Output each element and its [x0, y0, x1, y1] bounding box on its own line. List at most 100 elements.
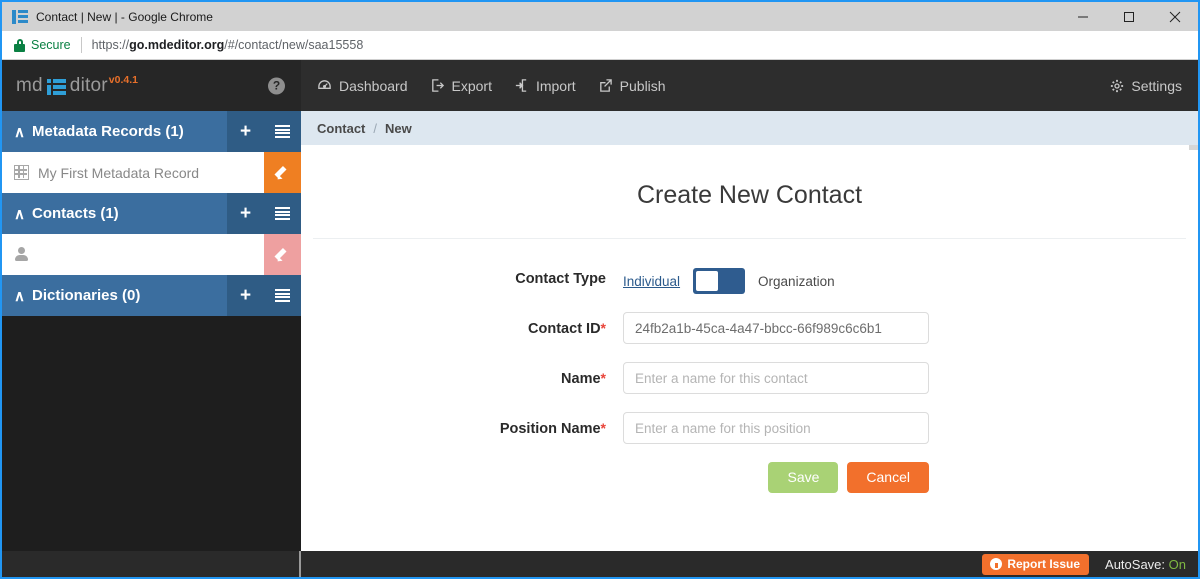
autosave-state: On [1168, 556, 1186, 572]
nav-item-label: Settings [1131, 77, 1182, 94]
breadcrumb: Contact / New [301, 111, 1198, 145]
add-metadata-record-button[interactable]: + [227, 111, 264, 152]
list-item-main[interactable] [2, 247, 264, 262]
list-item-label: My First Metadata Record [38, 164, 200, 181]
gear-icon [1110, 79, 1124, 93]
edit-metadata-record-button[interactable] [264, 152, 301, 193]
breadcrumb-current: New [385, 120, 412, 136]
nav-item-label: Export [451, 77, 492, 94]
status-bar: Report Issue AutoSave: On [2, 551, 1198, 577]
titlebar: Contact | New | - Google Chrome [2, 2, 1198, 31]
app-logo[interactable]: md ditor v0.4.1 [16, 74, 138, 98]
lock-icon [14, 38, 25, 52]
favicon-icon [12, 9, 28, 25]
logo-text-ditor: ditor [69, 74, 108, 96]
position-name-input[interactable] [623, 412, 929, 444]
name-label: Name* [301, 362, 623, 394]
required-asterisk: * [600, 370, 606, 386]
list-contacts-button[interactable] [264, 193, 301, 234]
top-navigation: Dashboard Export Import Publish Settings [301, 60, 1198, 111]
url-prefix: https:// [91, 38, 130, 52]
tab-title: Contact | New | - Google Chrome [36, 9, 213, 24]
position-name-label: Position Name* [301, 412, 623, 444]
url-path: /#/contact/new/saa15558 [224, 38, 364, 52]
breadcrumb-separator: / [373, 120, 378, 136]
list-dictionaries-button[interactable] [264, 275, 301, 316]
contact-type-option-organization[interactable]: Organization [758, 274, 835, 289]
maximize-button[interactable] [1106, 2, 1152, 31]
field-row-contact-id: Contact ID* [301, 312, 1198, 344]
add-dictionary-button[interactable]: + [227, 275, 264, 316]
export-icon [430, 78, 445, 93]
contact-id-control [623, 312, 1198, 344]
github-icon [990, 557, 1003, 570]
edit-contact-button[interactable] [264, 234, 301, 275]
security-label: Secure [31, 38, 71, 52]
contact-id-label: Contact ID* [301, 312, 623, 344]
contact-type-option-individual[interactable]: Individual [623, 274, 680, 289]
main-panel: Dashboard Export Import Publish Settings… [301, 60, 1198, 577]
minimize-button[interactable] [1060, 2, 1106, 31]
import-icon [514, 78, 529, 93]
nav-item-label: Dashboard [339, 77, 408, 94]
list-icon [275, 289, 290, 302]
sidebar: md ditor v0.4.1 ? ∧ Metadata Records (1)… [2, 60, 301, 577]
sidebar-group-dictionaries[interactable]: ∧ Dictionaries (0) + [2, 275, 301, 316]
report-issue-button[interactable]: Report Issue [982, 553, 1090, 575]
toggle-knob [696, 271, 719, 291]
form-actions: Save Cancel [301, 462, 1198, 494]
sidebar-group-actions: + [227, 111, 301, 152]
help-icon[interactable]: ? [268, 77, 285, 94]
url-text: https://go.mdeditor.org/#/contact/new/sa… [92, 38, 364, 52]
list-icon [275, 207, 290, 220]
contact-type-control: Individual Organization [623, 263, 1198, 294]
required-asterisk: * [600, 320, 606, 336]
sidebar-group-title: ∧ Metadata Records (1) [2, 123, 227, 141]
contact-id-input[interactable] [623, 312, 929, 344]
top-nav-right: Settings [1110, 78, 1198, 94]
cancel-button[interactable]: Cancel [847, 462, 929, 494]
sidebar-group-metadata-records[interactable]: ∧ Metadata Records (1) + [2, 111, 301, 152]
required-asterisk: * [600, 420, 606, 436]
chevron-up-icon: ∧ [14, 205, 25, 223]
person-icon [14, 247, 29, 262]
address-divider [80, 37, 82, 53]
list-item[interactable]: My First Metadata Record [2, 152, 301, 193]
address-bar[interactable]: Secure https://go.mdeditor.org/#/contact… [2, 31, 1198, 60]
page-title: Create New Contact [636, 181, 863, 209]
save-button[interactable]: Save [768, 462, 839, 494]
close-button[interactable] [1152, 2, 1198, 31]
list-item-main[interactable]: My First Metadata Record [2, 165, 264, 181]
contact-form: Contact Type Individual Organization Con… [301, 239, 1198, 494]
autosave-status: AutoSave: On [1105, 557, 1186, 572]
pencil-icon [274, 165, 290, 182]
sidebar-group-label: Metadata Records (1) [31, 123, 184, 140]
sidebar-group-actions: + [227, 275, 301, 316]
name-label-text: Name [561, 371, 601, 387]
sidebar-group-actions: + [227, 193, 301, 234]
add-contact-button[interactable]: + [227, 193, 264, 234]
field-row-position-name: Position Name* [301, 412, 1198, 444]
contact-id-label-text: Contact ID [528, 321, 601, 337]
list-metadata-records-button[interactable] [264, 111, 301, 152]
sidebar-brand-bar: md ditor v0.4.1 ? [2, 60, 301, 111]
field-row-contact-type: Contact Type Individual Organization [301, 263, 1198, 294]
sidebar-group-label: Dictionaries (0) [31, 287, 141, 304]
nav-item-settings[interactable]: Settings [1110, 78, 1182, 94]
nav-item-dashboard[interactable]: Dashboard [317, 78, 408, 94]
publish-icon [598, 78, 613, 93]
sidebar-group-contacts[interactable]: ∧ Contacts (1) + [2, 193, 301, 234]
nav-item-export[interactable]: Export [430, 78, 492, 94]
contact-type-toggle[interactable] [693, 268, 746, 294]
pencil-icon [274, 247, 290, 264]
nav-item-publish[interactable]: Publish [598, 78, 666, 94]
name-input[interactable] [623, 362, 929, 394]
nav-item-import[interactable]: Import [514, 78, 576, 94]
logo-list-icon [46, 78, 66, 95]
scrollbar-thumb[interactable] [1189, 145, 1198, 150]
position-name-label-text: Position Name [499, 421, 601, 437]
breadcrumb-parent[interactable]: Contact [317, 121, 365, 136]
list-item[interactable] [2, 234, 301, 275]
logo-text-md: md [16, 74, 43, 96]
report-issue-label: Report Issue [1007, 556, 1081, 571]
